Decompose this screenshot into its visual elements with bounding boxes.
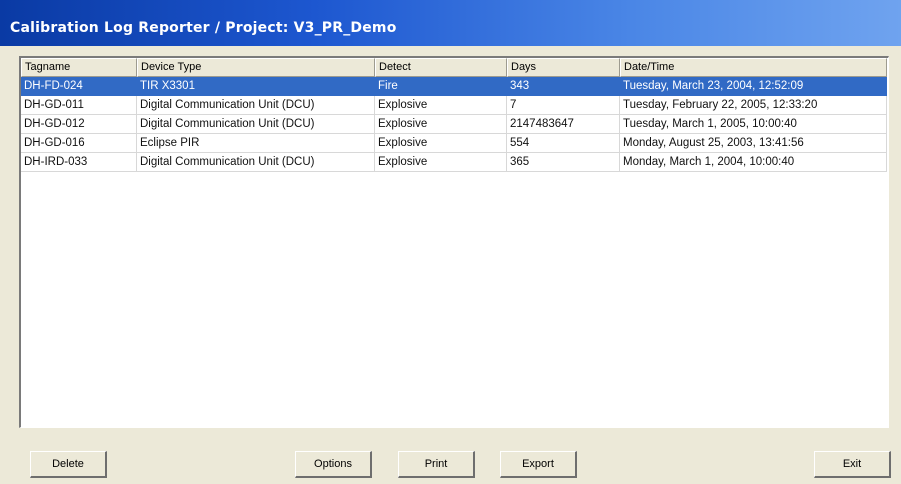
cell-detect: Explosive [375, 134, 507, 153]
title-bar: Calibration Log Reporter / Project: V3_P… [0, 0, 901, 46]
list-header: Tagname Device Type Detect Days Date/Tim… [21, 58, 887, 77]
cell-days: 7 [507, 96, 620, 115]
exit-button[interactable]: Exit [814, 451, 891, 478]
cell-date-time: Monday, August 25, 2003, 13:41:56 [620, 134, 887, 153]
cell-date-time: Monday, March 1, 2004, 10:00:40 [620, 153, 887, 172]
window-title: Calibration Log Reporter / Project: V3_P… [10, 20, 397, 36]
cell-detect: Fire [375, 77, 507, 96]
cell-detect: Explosive [375, 115, 507, 134]
column-header-tagname[interactable]: Tagname [21, 58, 137, 77]
cell-tagname: DH-GD-016 [21, 134, 137, 153]
cell-device-type: Digital Communication Unit (DCU) [137, 115, 375, 134]
print-button[interactable]: Print [398, 451, 475, 478]
column-header-detect[interactable]: Detect [375, 58, 507, 77]
cell-device-type: Digital Communication Unit (DCU) [137, 153, 375, 172]
export-button[interactable]: Export [500, 451, 577, 478]
calibration-list[interactable]: Tagname Device Type Detect Days Date/Tim… [19, 56, 889, 428]
cell-device-type: TIR X3301 [137, 77, 375, 96]
table-row[interactable]: DH-FD-024 TIR X3301 Fire 343 Tuesday, Ma… [21, 77, 887, 96]
table-row[interactable]: DH-IRD-033 Digital Communication Unit (D… [21, 153, 887, 172]
cell-device-type: Eclipse PIR [137, 134, 375, 153]
delete-button[interactable]: Delete [30, 451, 107, 478]
cell-days: 343 [507, 77, 620, 96]
cell-date-time: Tuesday, March 1, 2005, 10:00:40 [620, 115, 887, 134]
cell-days: 2147483647 [507, 115, 620, 134]
cell-tagname: DH-IRD-033 [21, 153, 137, 172]
table-row[interactable]: DH-GD-012 Digital Communication Unit (DC… [21, 115, 887, 134]
cell-device-type: Digital Communication Unit (DCU) [137, 96, 375, 115]
cell-detect: Explosive [375, 153, 507, 172]
cell-detect: Explosive [375, 96, 507, 115]
cell-tagname: DH-GD-012 [21, 115, 137, 134]
cell-date-time: Tuesday, March 23, 2004, 12:52:09 [620, 77, 887, 96]
cell-tagname: DH-GD-011 [21, 96, 137, 115]
column-header-device-type[interactable]: Device Type [137, 58, 375, 77]
column-header-days[interactable]: Days [507, 58, 620, 77]
table-row[interactable]: DH-GD-016 Eclipse PIR Explosive 554 Mond… [21, 134, 887, 153]
column-header-date-time[interactable]: Date/Time [620, 58, 887, 77]
cell-days: 554 [507, 134, 620, 153]
calibration-log-window: Calibration Log Reporter / Project: V3_P… [0, 0, 901, 484]
cell-date-time: Tuesday, February 22, 2005, 12:33:20 [620, 96, 887, 115]
cell-days: 365 [507, 153, 620, 172]
table-row[interactable]: DH-GD-011 Digital Communication Unit (DC… [21, 96, 887, 115]
options-button[interactable]: Options [295, 451, 372, 478]
cell-tagname: DH-FD-024 [21, 77, 137, 96]
